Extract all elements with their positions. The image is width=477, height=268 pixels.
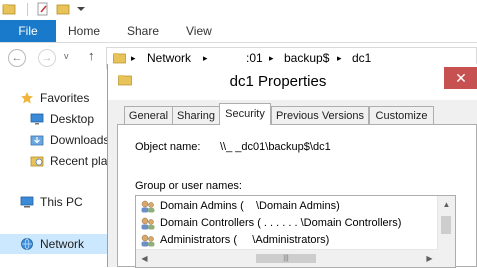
breadcrumb-separator[interactable]: ▸ [131,53,136,64]
dialog-body: General Sharing Security Previous Versio… [114,101,477,268]
properties-dialog: dc1 Properties ✕ General Sharing Securit… [107,64,477,268]
nav-label: This PC [40,195,83,209]
dialog-titlebar[interactable]: dc1 Properties ✕ [108,64,477,100]
tab-sharing[interactable]: Sharing [172,106,220,124]
nav-network[interactable]: Network [0,234,108,254]
folder-icon[interactable] [2,2,16,16]
ribbon-tabs: File Home Share View [0,20,477,43]
group-user-list[interactable]: Domain Admins ( \Domain Admins) Domain C… [135,195,456,268]
nav-favorites[interactable]: Favorites [20,88,108,108]
scroll-thumb[interactable] [441,216,451,234]
users-icon [141,217,155,230]
chevron-down-icon[interactable] [74,2,88,16]
nav-label: Recent plac [50,154,114,168]
user-name: Administrators ( \Administrators) [160,234,330,246]
nav-this-pc[interactable]: This PC [20,192,108,212]
navigation-pane: Favorites Desktop Downloads Recent plac … [0,73,113,267]
dialog-title: dc1 Properties [229,73,327,90]
computer-icon [20,196,34,208]
tab-file[interactable]: File [0,20,56,42]
nav-label: Network [40,237,85,251]
up-button[interactable]: ↑ [88,48,95,63]
security-tab-page: Object name: \\_ _dc01\backup$\dc1 Group… [117,124,477,268]
horizontal-scrollbar[interactable]: ◀ ||| ▶ [136,249,438,267]
user-name: Domain Controllers ( . . . . . . \Domain… [160,217,402,229]
scroll-right-button[interactable]: ▶ [421,250,438,267]
breadcrumb-separator[interactable]: ▸ [203,53,208,64]
back-button[interactable]: ← [8,49,26,67]
object-name-label: Object name: [135,141,201,153]
tab-customize[interactable]: Customize [369,106,434,124]
object-name-value: \\_ _dc01\backup$\dc1 [220,141,331,153]
nav-label: Downloads [50,133,110,147]
folder-icon [113,53,126,64]
breadcrumb-server[interactable]: :01 [246,51,263,65]
forward-button[interactable]: → [38,49,56,67]
breadcrumb-separator[interactable]: ▸ [269,53,274,64]
nav-recent-places[interactable]: Recent plac [30,151,113,171]
tab-view[interactable]: View [186,20,212,42]
scroll-thumb[interactable]: ||| [256,254,316,263]
user-name: Domain Admins ( \Domain Admins) [160,200,340,212]
scrollbar-corner [438,250,455,267]
nav-downloads[interactable]: Downloads [30,130,110,150]
new-folder-icon[interactable] [56,2,70,16]
group-names-label: Group or user names: [135,180,242,192]
quick-access-toolbar [0,0,477,20]
tab-home[interactable]: Home [68,20,100,42]
nav-desktop[interactable]: Desktop [30,109,108,129]
recent-places-icon [30,156,44,167]
scroll-up-button[interactable]: ▲ [438,196,455,213]
downloads-icon [30,135,44,146]
nav-label: Desktop [50,112,95,126]
recent-locations-button[interactable]: v [64,51,69,61]
vertical-scrollbar[interactable]: ▲ [437,196,455,251]
nav-label: Favorites [40,91,90,105]
breadcrumb-backup[interactable]: backup$ [284,51,329,65]
toolbar-divider [27,3,28,16]
network-icon [21,238,33,250]
properties-icon[interactable] [36,2,50,16]
breadcrumb-separator[interactable]: ▸ [337,53,342,64]
users-icon [141,234,155,247]
close-button[interactable]: ✕ [444,67,477,89]
breadcrumb-dc1[interactable]: dc1 [352,51,371,65]
tab-security[interactable]: Security [219,103,271,125]
star-icon [21,92,33,104]
breadcrumb-network[interactable]: Network [147,51,191,65]
tab-previous-versions[interactable]: Previous Versions [271,106,369,124]
users-icon [141,200,155,213]
tab-share[interactable]: Share [127,20,159,42]
tab-general[interactable]: General [124,106,173,124]
desktop-icon [30,113,44,125]
scroll-left-button[interactable]: ◀ [136,250,153,267]
